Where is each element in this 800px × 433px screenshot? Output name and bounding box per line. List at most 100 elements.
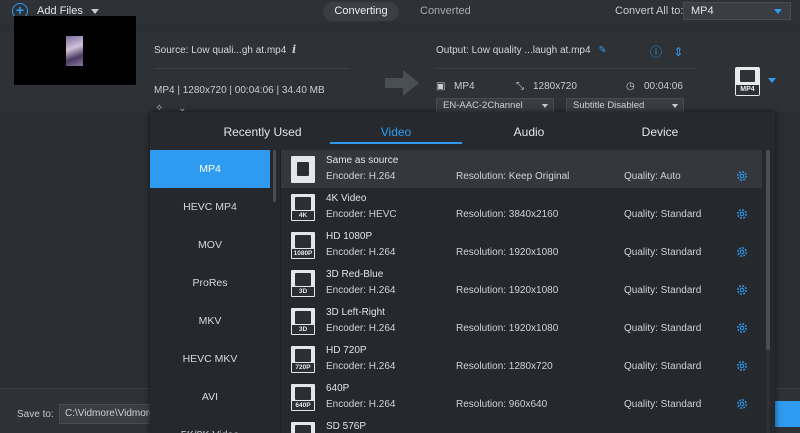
format-item-mov[interactable]: MOV bbox=[150, 226, 270, 264]
chevron-down-icon bbox=[672, 104, 678, 108]
preset-row[interactable]: 1080P HD 1080P Encoder: H.264 Resolution… bbox=[281, 226, 762, 264]
merge-arrows-icon[interactable]: ⇕ bbox=[673, 45, 683, 59]
save-to-label: Save to: bbox=[17, 409, 54, 420]
audio-track-value: EN-AAC-2Channel bbox=[443, 100, 523, 111]
gear-icon[interactable] bbox=[735, 169, 749, 183]
chevron-down-icon[interactable] bbox=[90, 8, 99, 14]
format-item-mkv[interactable]: MKV bbox=[150, 302, 270, 340]
convert-all-label: Convert All to: bbox=[615, 5, 684, 17]
gear-icon[interactable] bbox=[735, 321, 749, 335]
gear-icon[interactable] bbox=[735, 207, 749, 221]
preset-row[interactable]: Same as source Encoder: H.264 Resolution… bbox=[281, 150, 762, 188]
preset-row[interactable]: 3D 3D Red-Blue Encoder: H.264 Resolution… bbox=[281, 264, 762, 302]
preset-quality: Quality: Standard bbox=[624, 361, 702, 372]
gear-icon[interactable] bbox=[735, 245, 749, 259]
active-tab-indicator bbox=[330, 142, 462, 144]
format-item-prores[interactable]: ProRes bbox=[150, 264, 270, 302]
preset-row[interactable]: 4K 4K Video Encoder: HEVC Resolution: 38… bbox=[281, 188, 762, 226]
preset-tag: 1080P bbox=[292, 249, 314, 258]
output-format: MP4 bbox=[454, 81, 475, 92]
preset-tag: 3D bbox=[292, 287, 314, 296]
gear-icon[interactable] bbox=[735, 397, 749, 411]
film-icon bbox=[740, 70, 755, 82]
subtitle-value: Subtitle Disabled bbox=[573, 100, 645, 111]
info-circle-icon[interactable]: ⓘ bbox=[650, 45, 662, 59]
convert-all-button[interactable] bbox=[773, 401, 800, 427]
film-icon: 4K bbox=[291, 194, 315, 221]
preset-row[interactable]: SD 576P bbox=[281, 416, 762, 433]
format-panel: Recently Used Video Audio Device MP4 HEV… bbox=[150, 112, 775, 433]
preset-name: Same as source bbox=[326, 155, 399, 166]
preset-quality: Quality: Standard bbox=[624, 285, 702, 296]
format-item-hevc-mkv[interactable]: HEVC MKV bbox=[150, 340, 270, 378]
convert-all-select[interactable]: MP4 bbox=[683, 2, 791, 20]
preset-list-scrollbar[interactable] bbox=[766, 150, 770, 433]
preset-row[interactable]: 3D 3D Left-Right Encoder: H.264 Resoluti… bbox=[281, 302, 762, 340]
tab-audio[interactable]: Audio bbox=[475, 112, 583, 150]
preset-tag: 640P bbox=[292, 401, 314, 410]
preset-encoder: Encoder: H.264 bbox=[326, 323, 396, 334]
preset-resolution: Resolution: 960x640 bbox=[456, 399, 548, 410]
tab-converted[interactable]: Converted bbox=[420, 2, 471, 21]
format-item-5k8k[interactable]: 5K/8K Video bbox=[150, 416, 270, 433]
tab-device[interactable]: Device bbox=[605, 112, 715, 150]
preset-encoder: Encoder: H.264 bbox=[326, 361, 396, 372]
output-filename: Output: Low quality ...laugh at.mp4 ✎ bbox=[436, 45, 607, 56]
video-thumbnail[interactable] bbox=[14, 16, 136, 85]
film-icon: 720P bbox=[291, 346, 315, 373]
preset-quality: Quality: Auto bbox=[624, 171, 681, 182]
preset-resolution: Resolution: Keep Original bbox=[456, 171, 570, 182]
arrow-right-icon bbox=[385, 70, 419, 96]
preset-resolution: Resolution: 1920x1080 bbox=[456, 323, 559, 334]
gear-icon[interactable] bbox=[735, 359, 749, 373]
film-icon: 1080P bbox=[291, 232, 315, 259]
film-icon: ▣ bbox=[436, 81, 446, 92]
convert-all-value: MP4 bbox=[691, 5, 714, 17]
edit-pencil-icon[interactable]: ✎ bbox=[598, 45, 606, 56]
preset-row[interactable]: 720P HD 720P Encoder: H.264 Resolution: … bbox=[281, 340, 762, 378]
preset-list: Same as source Encoder: H.264 Resolution… bbox=[281, 150, 775, 433]
preset-tag: 3D bbox=[292, 325, 314, 334]
preset-quality: Quality: Standard bbox=[624, 323, 702, 334]
format-list-scrollbar[interactable] bbox=[273, 150, 276, 202]
output-format-icon[interactable]: MP4 bbox=[735, 67, 760, 96]
source-meta: MP4 | 1280x720 | 00:04:06 | 34.40 MB bbox=[154, 85, 325, 96]
format-item-hevc-mp4[interactable]: HEVC MP4 bbox=[150, 188, 270, 226]
gear-icon[interactable] bbox=[735, 283, 749, 297]
preset-tag: 4K bbox=[292, 211, 314, 220]
preset-resolution: Resolution: 1920x1080 bbox=[456, 247, 559, 258]
source-filename: Source: Low quali...gh at.mp4 bbox=[154, 45, 287, 56]
tab-recently-used[interactable]: Recently Used bbox=[190, 112, 335, 150]
scrollbar-thumb[interactable] bbox=[766, 150, 770, 350]
format-icon-label: MP4 bbox=[736, 85, 759, 95]
category-tabs: Recently Used Video Audio Device bbox=[150, 112, 775, 150]
chevron-down-icon bbox=[542, 104, 548, 108]
format-item-mp4[interactable]: MP4 bbox=[150, 150, 270, 188]
preset-name: HD 720P bbox=[326, 345, 367, 356]
preset-encoder: Encoder: H.264 bbox=[326, 285, 396, 296]
chevron-down-icon bbox=[774, 9, 782, 14]
preset-name: 4K Video bbox=[326, 193, 367, 204]
save-path-input[interactable]: C:\Vidmore\Vidmore bbox=[59, 404, 151, 424]
tab-video[interactable]: Video bbox=[330, 112, 462, 150]
divider bbox=[436, 68, 696, 69]
preset-tag: 720P bbox=[292, 363, 314, 372]
copy-icon bbox=[291, 156, 315, 183]
preset-row[interactable]: 640P 640P Encoder: H.264 Resolution: 960… bbox=[281, 378, 762, 416]
preset-resolution: Resolution: 1920x1080 bbox=[456, 285, 559, 296]
output-resolution: 1280x720 bbox=[533, 81, 577, 92]
preset-name: HD 1080P bbox=[326, 231, 373, 242]
tab-converting[interactable]: Converting bbox=[323, 2, 399, 21]
preset-name: SD 576P bbox=[326, 421, 367, 432]
chevron-down-icon[interactable] bbox=[768, 78, 776, 83]
resize-icon: ⤡ bbox=[516, 81, 524, 92]
info-icon[interactable]: i bbox=[292, 43, 296, 56]
output-meta: ▣ MP4 ⤡ 1280x720 ◷ 00:04:06 bbox=[436, 81, 696, 93]
preset-resolution: Resolution: 3840x2160 bbox=[456, 209, 559, 220]
preset-name: 640P bbox=[326, 383, 350, 394]
preset-encoder: Encoder: H.264 bbox=[326, 247, 396, 258]
format-item-avi[interactable]: AVI bbox=[150, 378, 270, 416]
clock-icon: ◷ bbox=[626, 81, 635, 92]
film-icon: 640P bbox=[291, 384, 315, 411]
preset-name: 3D Left-Right bbox=[326, 307, 385, 318]
